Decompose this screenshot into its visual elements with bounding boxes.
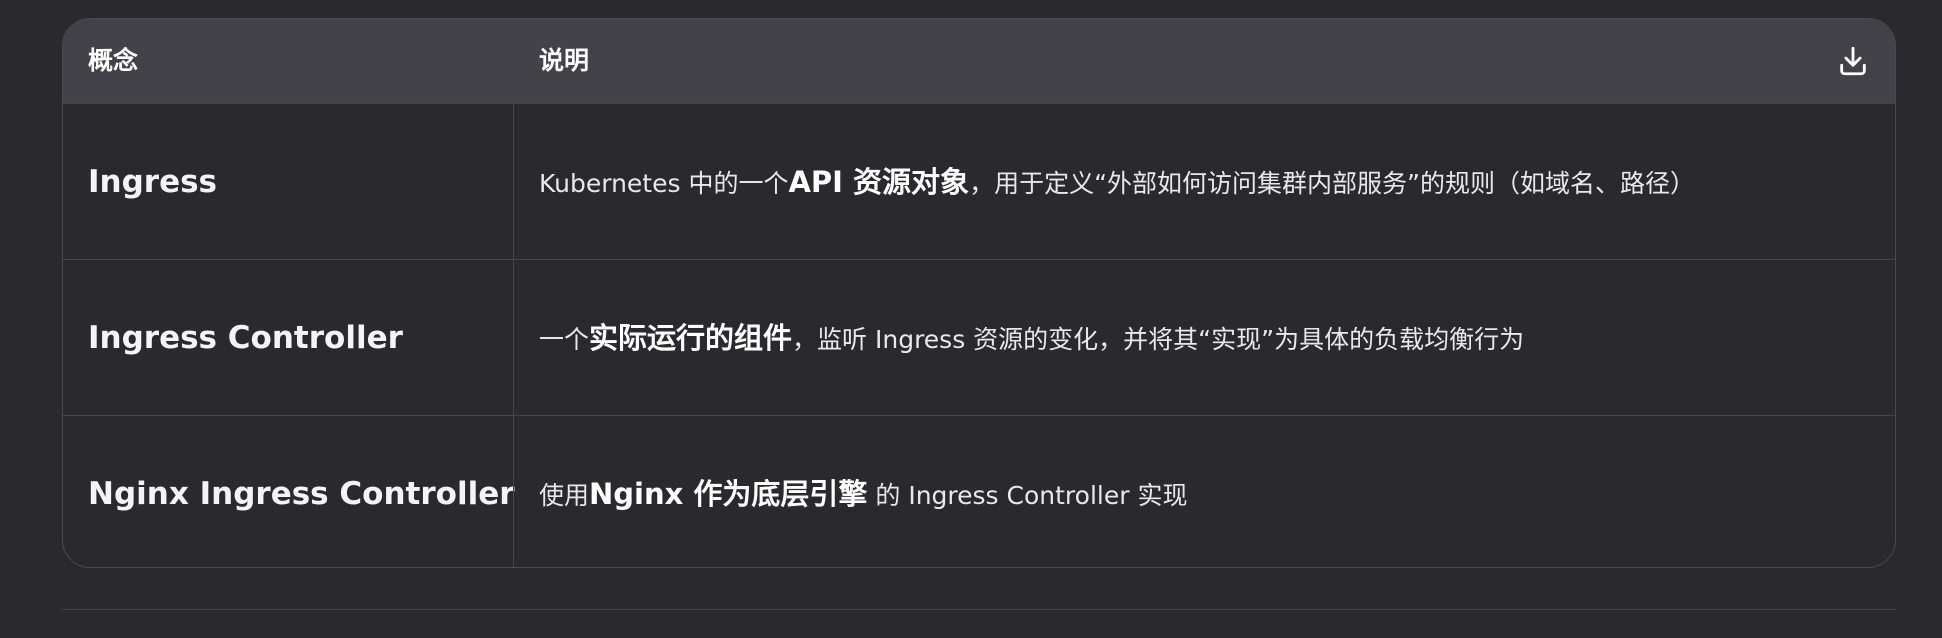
column-divider bbox=[513, 103, 514, 567]
header-concept: 概念 bbox=[88, 46, 139, 75]
description-cell: 使用Nginx 作为底层引擎 的 Ingress Controller 实现 bbox=[539, 416, 1188, 567]
header-description: 说明 bbox=[539, 46, 590, 75]
table-header: 概念 说明 bbox=[63, 19, 1895, 103]
description-cell: Kubernetes 中的一个API 资源对象，用于定义“外部如何访问集群内部服… bbox=[539, 104, 1695, 260]
description-text: ，监听 Ingress 资源的变化，并将其“实现”为具体的负载均衡行为 bbox=[792, 325, 1525, 354]
table-row: Ingress Kubernetes 中的一个API 资源对象，用于定义“外部如… bbox=[63, 103, 1895, 260]
term-cell: Ingress Controller bbox=[88, 320, 403, 356]
term-cell: Nginx Ingress Controller bbox=[88, 476, 515, 512]
term-cell: Ingress bbox=[88, 164, 218, 200]
description-text: ，用于定义“外部如何访问集群内部服务”的规则（如域名、路径） bbox=[969, 169, 1695, 198]
comparison-table: 概念 说明 Ingress Kubernetes 中的一个API 资源对象，用于… bbox=[62, 18, 1896, 568]
table-row: Ingress Controller 一个实际运行的组件，监听 Ingress … bbox=[63, 259, 1895, 416]
description-emphasis: API 资源对象 bbox=[788, 165, 970, 199]
download-button[interactable] bbox=[1833, 41, 1873, 81]
description-text: 的 Ingress Controller 实现 bbox=[867, 481, 1188, 510]
description-emphasis: 实际运行的组件 bbox=[589, 321, 793, 355]
description-text: Kubernetes 中的一个 bbox=[539, 169, 789, 198]
description-cell: 一个实际运行的组件，监听 Ingress 资源的变化，并将其“实现”为具体的负载… bbox=[539, 260, 1524, 416]
description-text: 一个 bbox=[539, 325, 590, 354]
description-emphasis: Nginx 作为底层引擎 bbox=[589, 477, 868, 511]
section-divider bbox=[62, 609, 1896, 610]
download-icon bbox=[1840, 46, 1866, 76]
table-row: Nginx Ingress Controller 使用Nginx 作为底层引擎 … bbox=[63, 415, 1895, 567]
description-text: 使用 bbox=[539, 481, 590, 510]
